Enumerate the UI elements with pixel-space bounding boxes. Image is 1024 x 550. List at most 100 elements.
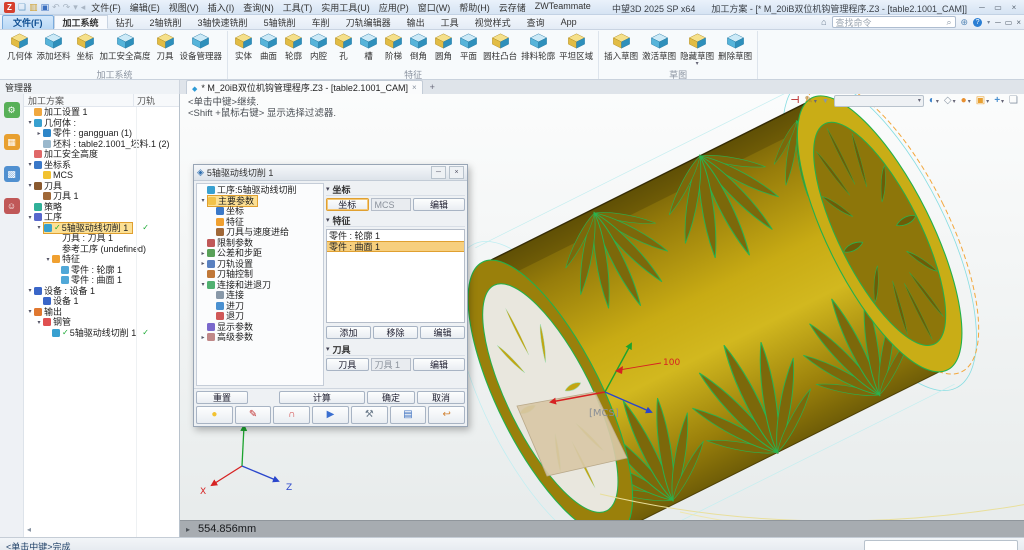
dialog-icon-button[interactable] xyxy=(390,406,427,424)
pan-zoom-icon[interactable]: ▾ xyxy=(994,96,1004,106)
tree-item[interactable]: ▾ ✓ 刀具 ✓ xyxy=(24,181,179,192)
ribbon-button[interactable]: 内腔 ▾ xyxy=(306,31,331,63)
tree-item[interactable]: ✓ 刀具 1 ✓ xyxy=(24,191,179,202)
dialog-tree-item[interactable]: ▸ 高级参数 xyxy=(197,332,323,343)
cam-tab-icon[interactable]: ⚙ xyxy=(4,102,20,118)
menu-item[interactable]: 编辑(E) xyxy=(130,1,160,14)
reset-button[interactable]: 重置 xyxy=(196,391,248,404)
view-tab-icon[interactable]: ▩ xyxy=(4,166,20,182)
ribbon-button[interactable]: 槽 ▾ xyxy=(356,31,381,63)
window-layout-icon[interactable] xyxy=(1009,96,1018,106)
dialog-icon-button[interactable] xyxy=(312,406,349,424)
help-icon[interactable] xyxy=(973,18,982,27)
save-icon[interactable]: ▣ xyxy=(41,3,50,12)
compute-button[interactable]: 计算 xyxy=(279,391,365,404)
new-tab-button[interactable]: + xyxy=(426,82,439,92)
tree-item[interactable]: ✓ 加工安全高度 ✓ xyxy=(24,149,179,160)
tool-button[interactable]: 刀具 xyxy=(326,358,369,371)
panel-collapse-icon[interactable] xyxy=(27,525,31,534)
ribbon-button[interactable]: 隐藏草图 ▾ xyxy=(678,31,716,67)
expander-arrow-icon[interactable]: ▸ xyxy=(199,250,207,257)
qat-collapse-icon[interactable]: ◂ xyxy=(81,3,86,12)
expander-arrow-icon[interactable]: ▾ xyxy=(35,319,43,326)
feature-action-button[interactable]: 添加 xyxy=(326,326,371,339)
ribbon-button[interactable]: 圆柱凸台 ▾ xyxy=(481,31,519,63)
ribbon-tab[interactable]: 刀轨编辑器 xyxy=(338,15,399,29)
online-icon[interactable] xyxy=(961,17,969,28)
ribbon-button[interactable]: 曲面 ▾ xyxy=(256,31,281,63)
expander-arrow-icon[interactable]: ▾ xyxy=(26,214,34,221)
ribbon-button[interactable]: 阶梯 ▾ xyxy=(381,31,406,63)
setup-tab-icon[interactable]: ▦ xyxy=(4,134,20,150)
cancel-button[interactable]: 取消 xyxy=(417,391,465,404)
expander-arrow-icon[interactable]: ▾ xyxy=(26,161,34,168)
expander-arrow-icon[interactable]: ▸ xyxy=(199,334,207,341)
tree-item[interactable]: ✓ 策略 ✓ xyxy=(24,202,179,213)
dialog-tree-item[interactable]: ▸ 刀轨设置 xyxy=(197,259,323,270)
menu-item[interactable]: 帮助(H) xyxy=(459,1,490,14)
expander-arrow-icon[interactable]: ▾ xyxy=(26,287,34,294)
menu-item[interactable]: 应用(P) xyxy=(379,1,409,14)
dialog-tree-item[interactable]: ▾ 连接和进退刀 xyxy=(197,280,323,291)
menu-item[interactable]: 查询(N) xyxy=(243,1,274,14)
ribbon-button[interactable]: 激活草图 ▾ xyxy=(640,31,678,63)
document-tab-active[interactable]: * M_20iB双位机钩管理程序.Z3 - [table2.1001_CAM] … xyxy=(186,80,423,94)
session-tab-icon[interactable]: ☺ xyxy=(4,198,20,214)
tool-edit-button[interactable]: 编辑 xyxy=(413,358,465,371)
ribbon-button[interactable]: 倒角 ▾ xyxy=(406,31,431,63)
dialog-icon-button[interactable] xyxy=(196,406,233,424)
tree-item[interactable]: ✓ 零件 : 轮廓 1 ✓ xyxy=(24,265,179,276)
ribbon-button[interactable]: 排料轮廓 ▾ xyxy=(519,31,557,63)
render-style-icon[interactable]: ▾ xyxy=(961,96,971,106)
dialog-tree-item[interactable]: ▾ 主要参数 xyxy=(197,196,323,207)
tree-item[interactable]: ✓ 零件 : 曲面 1 ✓ xyxy=(24,275,179,286)
tree-item[interactable]: ▾ ✓ 5轴驱动线切削 1 ✓ xyxy=(24,223,179,234)
dialog-minimize-button[interactable]: ─ xyxy=(431,166,446,179)
doc-close-button[interactable]: × xyxy=(1016,18,1021,27)
doc-minimize-button[interactable]: ─ xyxy=(995,18,1001,27)
feature-action-button[interactable]: 移除 xyxy=(373,326,418,339)
menu-item[interactable]: 插入(I) xyxy=(208,1,235,14)
file-menu-button[interactable]: 文件(F) xyxy=(2,15,54,29)
menu-item[interactable]: 文件(F) xyxy=(91,1,121,14)
status-input-field[interactable] xyxy=(864,540,1018,550)
ribbon-tab[interactable]: 5轴铣削 xyxy=(256,15,304,29)
ribbon-tab[interactable]: 输出 xyxy=(399,15,433,29)
ribbon-button[interactable]: 加工安全高度 ▾ xyxy=(98,31,153,63)
command-search-input[interactable]: 查找命令 xyxy=(832,16,956,28)
undo-icon[interactable]: ↶ xyxy=(52,3,60,12)
ribbon-button[interactable]: 实体 ▾ xyxy=(231,31,256,63)
expander-arrow-icon[interactable]: ▸ xyxy=(199,260,207,267)
menu-item[interactable]: 实用工具(U) xyxy=(321,1,370,14)
dialog-icon-button[interactable] xyxy=(273,406,310,424)
view-orientation-icon[interactable]: ▾ xyxy=(929,96,939,106)
ribbon-button[interactable]: 几何体 ▾ xyxy=(5,31,35,63)
dialog-icon-button[interactable] xyxy=(428,406,465,424)
expander-arrow-icon[interactable]: ▾ xyxy=(35,224,43,231)
selection-filter-combobox[interactable] xyxy=(834,95,924,107)
background-icon[interactable]: ▾ xyxy=(976,96,989,106)
tree-item[interactable]: ▾ ✓ 输出 ✓ xyxy=(24,307,179,318)
dialog-close-button[interactable]: × xyxy=(449,166,464,179)
ribbon-tab[interactable]: 查询 xyxy=(519,15,553,29)
display-mode-icon[interactable]: ▾ xyxy=(944,96,956,106)
ribbon-tab[interactable]: 加工系统 xyxy=(54,15,108,29)
tree-item[interactable]: ▾ ✓ 钢管 ✓ xyxy=(24,317,179,328)
menu-item[interactable]: 工具(T) xyxy=(283,1,313,14)
dialog-tree-item[interactable]: 进刀 xyxy=(197,301,323,312)
feature-list-item[interactable]: 零件 : 曲面 1 xyxy=(327,241,464,252)
redo-icon[interactable]: ↷ xyxy=(63,3,71,12)
qat-dropdown-icon[interactable]: ▾ xyxy=(73,3,78,12)
close-button[interactable]: × xyxy=(1008,3,1020,12)
ribbon-button[interactable]: 添加坯料 ▾ xyxy=(35,31,73,63)
ok-button[interactable]: 确定 xyxy=(367,391,415,404)
help-dropdown-icon[interactable]: ▾ xyxy=(987,19,990,26)
ribbon-tab[interactable]: 车削 xyxy=(304,15,338,29)
ribbon-button[interactable]: 插入草图 ▾ xyxy=(602,31,640,63)
ribbon-tab[interactable]: 2轴铣削 xyxy=(142,15,190,29)
ribbon-button[interactable]: 设备管理器 ▾ xyxy=(178,31,225,63)
tree-item[interactable]: ✓ 参考工序 (undefined) ✓ xyxy=(24,244,179,255)
expander-arrow-icon[interactable]: ▾ xyxy=(26,308,34,315)
dropdown-arrow-icon[interactable]: ▾ xyxy=(696,62,699,66)
dialog-tree-item[interactable]: 限制参数 xyxy=(197,238,323,249)
